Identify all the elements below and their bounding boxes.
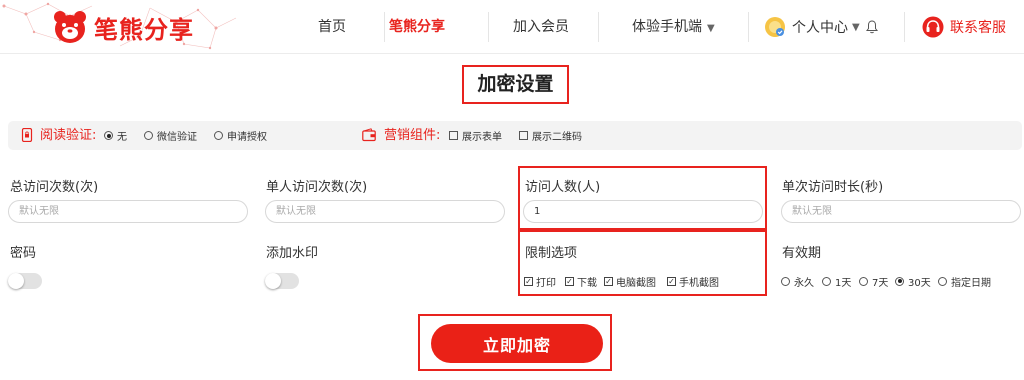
highlight-submit: 立即加密 bbox=[418, 314, 612, 371]
nav-item-mobile-label: 体验手机端 bbox=[632, 19, 702, 35]
read-verify-auth-radio[interactable]: 申请授权 bbox=[214, 121, 267, 150]
encrypt-now-button[interactable]: 立即加密 bbox=[431, 324, 603, 363]
user-center-menu[interactable]: 个人中心 ▼ bbox=[764, 0, 878, 54]
checkbox-label: 手机截图 bbox=[679, 277, 719, 289]
watermark-label: 添加水印 bbox=[266, 246, 319, 261]
checkmark-icon: ✓ bbox=[667, 276, 676, 286]
checkbox-box bbox=[519, 131, 528, 140]
radio-label: 永久 bbox=[794, 277, 814, 289]
restrict-print-checkbox[interactable]: ✓ 打印 bbox=[524, 273, 556, 289]
brand-logo[interactable]: 笔熊分享 bbox=[52, 8, 194, 46]
radio-label: 微信验证 bbox=[157, 132, 197, 143]
headset-icon bbox=[922, 16, 944, 38]
single-duration-input[interactable] bbox=[781, 200, 1021, 223]
contact-service-link[interactable]: 联系客服 bbox=[922, 0, 1006, 54]
contact-service-label: 联系客服 bbox=[950, 20, 1006, 36]
toggle-knob bbox=[8, 273, 24, 289]
checkbox-label: 下载 bbox=[577, 277, 597, 289]
single-visits-input[interactable] bbox=[265, 200, 505, 223]
nav-item-membership[interactable]: 加入会员 bbox=[513, 0, 569, 54]
checkbox-label: 电脑截图 bbox=[616, 277, 656, 289]
total-visits-input[interactable] bbox=[8, 200, 248, 223]
password-label: 密码 bbox=[10, 246, 37, 261]
expiry-30day-radio[interactable]: 30天 bbox=[895, 273, 931, 289]
checkbox-label: 展示表单 bbox=[462, 132, 502, 143]
radio-dot bbox=[144, 131, 153, 140]
watermark-toggle[interactable] bbox=[265, 273, 299, 289]
wallet-icon bbox=[362, 128, 376, 142]
bear-logo-icon bbox=[54, 11, 86, 43]
marketing-label: 营销组件: bbox=[384, 128, 441, 143]
page-title: 加密设置 bbox=[462, 65, 569, 104]
nav-divider bbox=[384, 12, 385, 42]
nav-divider bbox=[748, 12, 749, 42]
visitor-count-label: 访问人数(人) bbox=[525, 180, 601, 195]
nav-item-mobile[interactable]: 体验手机端 ▼ bbox=[632, 0, 715, 54]
expiry-permanent-radio[interactable]: 永久 bbox=[781, 273, 814, 289]
bell-icon[interactable] bbox=[865, 20, 878, 34]
single-duration-label: 单次访问时长(秒) bbox=[782, 180, 884, 195]
checkbox-label: 打印 bbox=[536, 277, 556, 289]
radio-dot bbox=[822, 276, 831, 286]
options-bar: 阅读验证: 无 微信验证 申请授权 营销组件: 展示表单 展示二维码 bbox=[8, 121, 1022, 150]
restrict-pc-screenshot-checkbox[interactable]: ✓ 电脑截图 bbox=[604, 273, 656, 289]
password-toggle[interactable] bbox=[8, 273, 42, 289]
top-navbar: 笔熊分享 首页 笔熊分享 加入会员 体验手机端 ▼ 个人中心 ▼ 联系客服 bbox=[0, 0, 1024, 54]
user-center-label: 个人中心 bbox=[792, 20, 848, 36]
radio-dot bbox=[214, 131, 223, 140]
expiry-7day-radio[interactable]: 7天 bbox=[859, 273, 888, 289]
radio-dot bbox=[895, 276, 904, 286]
brand-name: 笔熊分享 bbox=[94, 15, 194, 44]
read-verify-label: 阅读验证: bbox=[40, 128, 97, 143]
radio-dot bbox=[938, 276, 947, 286]
radio-label: 1天 bbox=[835, 277, 852, 289]
checkbox-box bbox=[449, 131, 458, 140]
checkbox-label: 展示二维码 bbox=[532, 132, 582, 143]
chevron-down-icon: ▼ bbox=[707, 23, 715, 34]
radio-label: 7天 bbox=[872, 277, 889, 289]
read-verify-wechat-radio[interactable]: 微信验证 bbox=[144, 121, 197, 150]
checkmark-icon: ✓ bbox=[604, 276, 613, 286]
read-verify-none-radio[interactable]: 无 bbox=[104, 121, 127, 150]
chevron-down-icon: ▼ bbox=[852, 21, 860, 33]
single-visits-label: 单人访问次数(次) bbox=[266, 180, 368, 195]
restrictions-label: 限制选项 bbox=[525, 246, 578, 261]
checkmark-icon: ✓ bbox=[524, 276, 533, 286]
nav-divider bbox=[904, 12, 905, 42]
nav-divider bbox=[488, 12, 489, 42]
radio-dot bbox=[104, 131, 113, 140]
avatar-icon bbox=[765, 17, 785, 37]
nav-divider bbox=[598, 12, 599, 42]
expiry-label: 有效期 bbox=[782, 246, 822, 261]
nav-item-share[interactable]: 笔熊分享 bbox=[389, 0, 445, 54]
radio-label: 申请授权 bbox=[227, 132, 267, 143]
toggle-knob bbox=[265, 273, 281, 289]
visitor-count-input[interactable] bbox=[523, 200, 763, 223]
expiry-1day-radio[interactable]: 1天 bbox=[822, 273, 851, 289]
total-visits-label: 总访问次数(次) bbox=[10, 180, 99, 195]
radio-dot bbox=[859, 276, 868, 286]
nav-item-home[interactable]: 首页 bbox=[318, 0, 346, 54]
radio-dot bbox=[781, 276, 790, 286]
show-form-checkbox[interactable]: 展示表单 bbox=[449, 121, 502, 150]
show-qrcode-checkbox[interactable]: 展示二维码 bbox=[519, 121, 582, 150]
radio-label: 无 bbox=[117, 132, 127, 143]
expiry-custom-date-radio[interactable]: 指定日期 bbox=[938, 273, 991, 289]
restrict-mobile-screenshot-checkbox[interactable]: ✓ 手机截图 bbox=[667, 273, 719, 289]
radio-label: 指定日期 bbox=[951, 277, 991, 289]
restrict-download-checkbox[interactable]: ✓ 下载 bbox=[565, 273, 597, 289]
phone-lock-icon bbox=[21, 128, 33, 142]
checkmark-icon: ✓ bbox=[565, 276, 574, 286]
radio-label: 30天 bbox=[908, 277, 931, 289]
